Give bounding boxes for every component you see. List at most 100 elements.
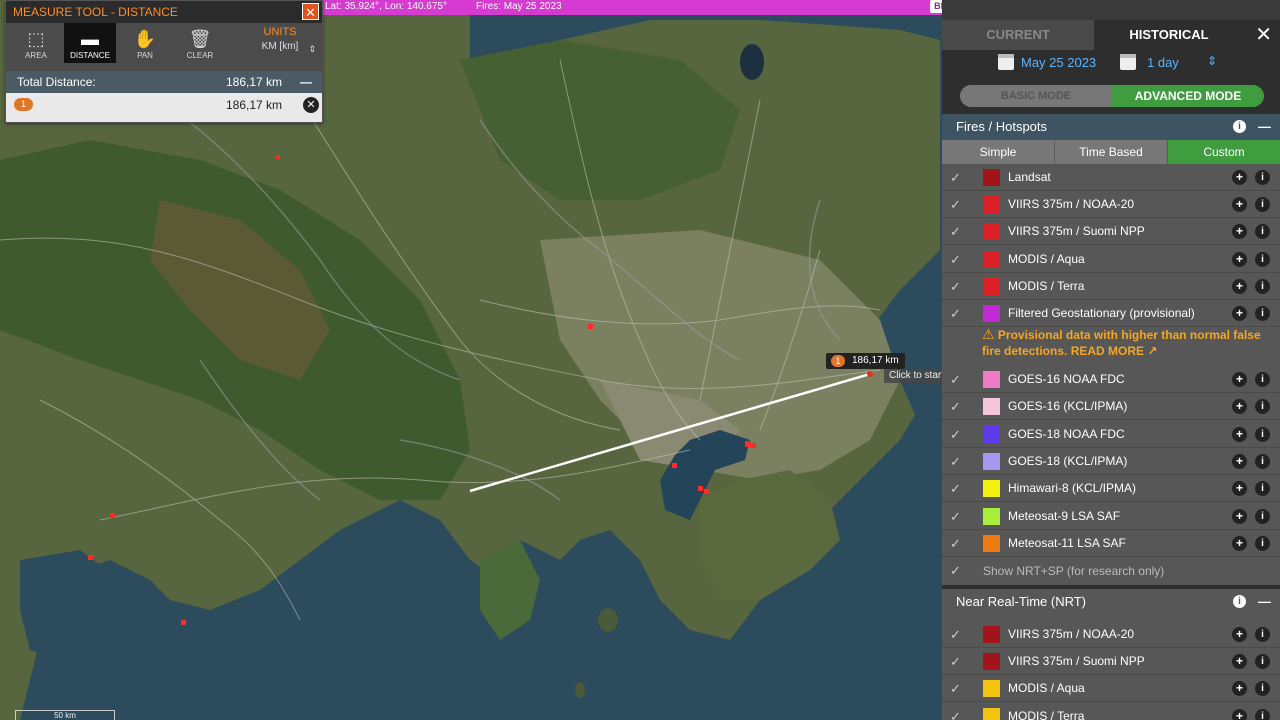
checkbox-icon[interactable]: ✓	[950, 448, 961, 475]
layer-row[interactable]: ✓ Landsat + i	[942, 164, 1280, 191]
checkbox-icon[interactable]: ✓	[950, 246, 961, 273]
info-icon[interactable]: i	[1255, 399, 1270, 414]
checkbox-icon[interactable]: ✓	[950, 621, 961, 648]
add-icon[interactable]: +	[1232, 481, 1247, 496]
chevron-updown-icon[interactable]: ⇕	[1207, 54, 1217, 68]
tab-simple[interactable]: Simple	[942, 140, 1055, 164]
provisional-warning-text[interactable]: Provisional data with higher than normal…	[982, 328, 1261, 358]
checkbox-icon[interactable]: ✓	[950, 558, 961, 584]
time-span-select[interactable]: 1 day	[1147, 55, 1179, 70]
checkbox-icon[interactable]: ✓	[950, 475, 961, 502]
layer-row[interactable]: ✓ MODIS / Aqua + i	[942, 675, 1280, 702]
add-icon[interactable]: +	[1232, 372, 1247, 387]
add-icon[interactable]: +	[1232, 197, 1247, 212]
units-select[interactable]: UNITS KM [km] ⇕	[242, 26, 318, 54]
add-icon[interactable]: +	[1232, 170, 1247, 185]
checkbox-icon[interactable]: ✓	[950, 648, 961, 675]
checkbox-icon[interactable]: ✓	[950, 675, 961, 702]
calendar-icon[interactable]	[1120, 54, 1136, 70]
add-icon[interactable]: +	[1232, 536, 1247, 551]
checkbox-icon[interactable]: ✓	[950, 421, 961, 448]
info-icon[interactable]: i	[1255, 170, 1270, 185]
cursor-coordinates: Lat: 35.924°, Lon: 140.675°	[325, 1, 447, 12]
layer-row[interactable]: ✓ GOES-16 (KCL/IPMA) + i	[942, 393, 1280, 420]
info-icon[interactable]: i	[1255, 627, 1270, 642]
add-icon[interactable]: +	[1232, 454, 1247, 469]
layer-row[interactable]: ✓ VIIRS 375m / Suomi NPP + i	[942, 648, 1280, 675]
info-icon[interactable]: i	[1255, 306, 1270, 321]
add-icon[interactable]: +	[1232, 627, 1247, 642]
info-icon[interactable]: i	[1255, 536, 1270, 551]
tab-time-based[interactable]: Time Based	[1055, 140, 1168, 164]
info-icon[interactable]: i	[1255, 252, 1270, 267]
nrt-header[interactable]: Near Real-Time (NRT) i —	[942, 589, 1280, 615]
layer-row[interactable]: ✓ Himawari-8 (KCL/IPMA) + i	[942, 475, 1280, 502]
show-nrt-sp-toggle[interactable]: ✓ Show NRT+SP (for research only)	[942, 558, 1280, 584]
collapse-icon[interactable]: —	[1258, 114, 1271, 140]
collapse-icon[interactable]: —	[1258, 589, 1271, 615]
checkbox-icon[interactable]: ✓	[950, 366, 961, 393]
info-icon[interactable]: i	[1255, 197, 1270, 212]
add-icon[interactable]: +	[1232, 306, 1247, 321]
checkbox-icon[interactable]: ✓	[950, 300, 961, 327]
checkbox-icon[interactable]: ✓	[950, 530, 961, 557]
add-icon[interactable]: +	[1232, 509, 1247, 524]
collapse-icon[interactable]: —	[300, 71, 312, 93]
checkbox-icon[interactable]: ✓	[950, 503, 961, 530]
tab-custom[interactable]: Custom	[1168, 140, 1280, 164]
info-icon[interactable]: i	[1255, 224, 1270, 239]
layer-row[interactable]: ✓ Filtered Geostationary (provisional) + i	[942, 300, 1280, 327]
external-link-icon[interactable]: ↗	[1147, 344, 1157, 358]
layer-row[interactable]: ✓ VIIRS 375m / NOAA-20 + i	[942, 191, 1280, 218]
distance-tool-button[interactable]: ▬ DISTANCE	[64, 23, 116, 63]
layer-row[interactable]: ✓ MODIS / Terra + i	[942, 703, 1280, 720]
info-icon[interactable]: i	[1233, 595, 1246, 608]
checkbox-icon[interactable]: ✓	[950, 393, 961, 420]
layer-row[interactable]: ✓ MODIS / Aqua + i	[942, 246, 1280, 273]
info-icon[interactable]: i	[1255, 372, 1270, 387]
add-icon[interactable]: +	[1232, 279, 1247, 294]
checkbox-icon[interactable]: ✓	[950, 218, 961, 245]
area-tool-button[interactable]: ⬚ AREA	[10, 23, 62, 63]
info-icon[interactable]: i	[1255, 654, 1270, 669]
layer-row[interactable]: ✓ VIIRS 375m / NOAA-20 + i	[942, 621, 1280, 648]
layer-row[interactable]: ✓ VIIRS 375m / Suomi NPP + i	[942, 218, 1280, 245]
clear-tool-button[interactable]: 🗑 CLEAR	[174, 23, 226, 63]
checkbox-icon[interactable]: ✓	[950, 191, 961, 218]
add-icon[interactable]: +	[1232, 252, 1247, 267]
close-icon[interactable]: ✕	[1255, 24, 1272, 46]
date-picker[interactable]: May 25 2023	[1021, 55, 1096, 70]
info-icon[interactable]: i	[1233, 120, 1246, 133]
add-icon[interactable]: +	[1232, 224, 1247, 239]
add-icon[interactable]: +	[1232, 681, 1247, 696]
tab-current[interactable]: CURRENT	[942, 20, 1094, 50]
fires-hotspots-header[interactable]: Fires / Hotspots i —	[942, 114, 1280, 140]
info-icon[interactable]: i	[1255, 427, 1270, 442]
delete-measurement-icon[interactable]: ✕	[303, 97, 319, 113]
info-icon[interactable]: i	[1255, 481, 1270, 496]
calendar-icon[interactable]	[998, 54, 1014, 70]
info-icon[interactable]: i	[1255, 509, 1270, 524]
layer-row[interactable]: ✓ GOES-16 NOAA FDC + i	[942, 366, 1280, 393]
layer-row[interactable]: ✓ Meteosat-11 LSA SAF + i	[942, 530, 1280, 557]
checkbox-icon[interactable]: ✓	[950, 164, 961, 191]
info-icon[interactable]: i	[1255, 454, 1270, 469]
layer-row[interactable]: ✓ MODIS / Terra + i	[942, 273, 1280, 300]
info-icon[interactable]: i	[1255, 279, 1270, 294]
info-icon[interactable]: i	[1255, 681, 1270, 696]
tab-historical[interactable]: HISTORICAL	[1094, 20, 1244, 50]
checkbox-icon[interactable]: ✓	[950, 273, 961, 300]
checkbox-icon[interactable]: ✓	[950, 703, 961, 720]
info-icon[interactable]: i	[1255, 709, 1270, 720]
add-icon[interactable]: +	[1232, 709, 1247, 720]
layer-row[interactable]: ✓ Meteosat-9 LSA SAF + i	[942, 503, 1280, 530]
layer-row[interactable]: ✓ GOES-18 NOAA FDC + i	[942, 421, 1280, 448]
pan-tool-button[interactable]: ✋ PAN	[119, 23, 171, 63]
layer-row[interactable]: ✓ GOES-18 (KCL/IPMA) + i	[942, 448, 1280, 475]
advanced-mode-button[interactable]: ADVANCED MODE	[1112, 85, 1264, 107]
add-icon[interactable]: +	[1232, 654, 1247, 669]
add-icon[interactable]: +	[1232, 399, 1247, 414]
close-icon[interactable]: ✕	[302, 3, 319, 20]
basic-mode-button[interactable]: BASIC MODE	[960, 85, 1112, 107]
add-icon[interactable]: +	[1232, 427, 1247, 442]
